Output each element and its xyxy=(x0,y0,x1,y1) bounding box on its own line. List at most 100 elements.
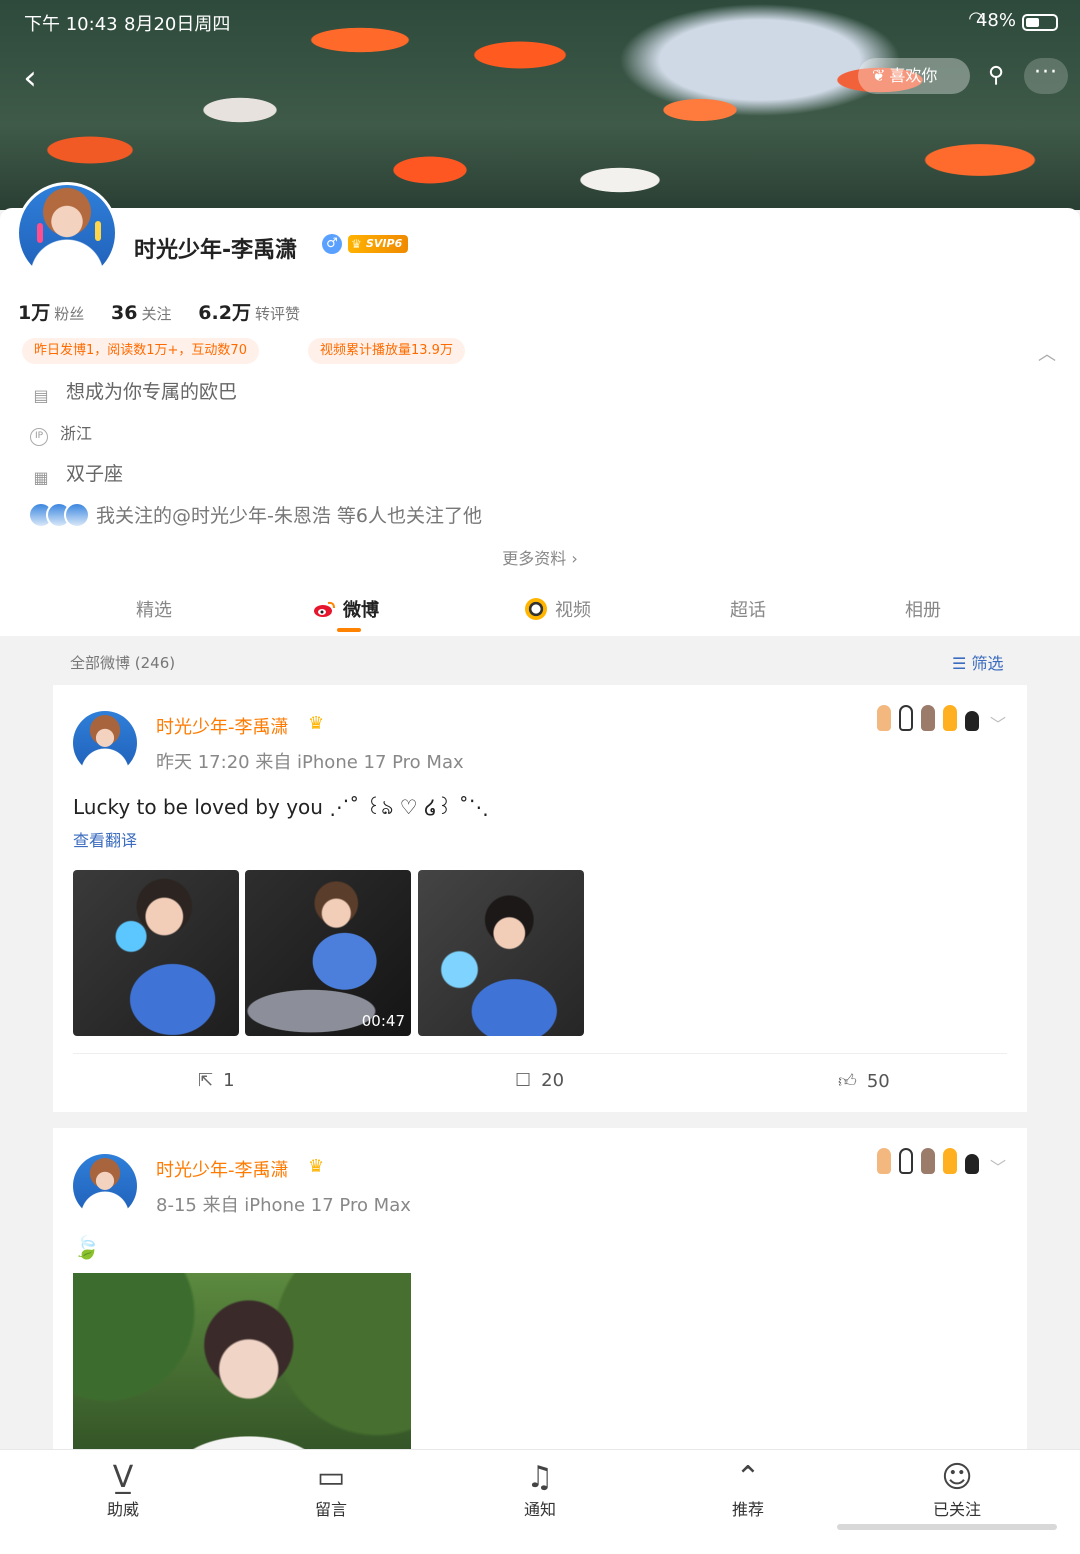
profile-page: 下午 10:43 8月20日周四 ◠ 48% ‹ ❦ 喜欢你 ⚲ ··· 时光少年… xyxy=(0,0,1080,1554)
more-button[interactable]: ··· xyxy=(1024,58,1068,94)
chevron-up-icon[interactable]: ︿ xyxy=(1038,340,1056,366)
mutual-followers-avatars[interactable] xyxy=(28,502,90,528)
post-image[interactable] xyxy=(73,870,239,1036)
home-indicator xyxy=(837,1524,1057,1530)
avatar[interactable] xyxy=(16,182,118,284)
tab-supertopic[interactable]: 超话 xyxy=(730,596,766,622)
paw-icon xyxy=(943,1148,957,1174)
avatar-decoration xyxy=(95,221,101,241)
chevron-down-icon[interactable]: ﹀ xyxy=(990,711,1006,735)
paw-icon xyxy=(965,711,979,731)
tab-video-label: 视频 xyxy=(555,600,591,621)
cover-image: 下午 10:43 8月20日周四 ◠ 48% ‹ ❦ 喜欢你 ⚲ ··· xyxy=(0,0,1080,210)
tab-album[interactable]: 相册 xyxy=(905,596,941,622)
mutual-follow-note[interactable]: 我关注的@时光少年-朱恩浩 等6人也关注了他 xyxy=(96,501,482,528)
chevron-down-icon[interactable]: ﹀ xyxy=(990,1154,1006,1178)
back-button[interactable]: ‹ xyxy=(10,58,50,98)
like-count: 50 xyxy=(866,1071,890,1092)
recommend-button[interactable]: ⌃ 推荐 xyxy=(703,1460,793,1520)
paw-icon xyxy=(899,705,913,731)
avatar[interactable] xyxy=(73,711,137,775)
comment-count: 20 xyxy=(541,1070,565,1091)
message-icon: ▭ xyxy=(316,1460,346,1495)
weibo-icon xyxy=(314,601,335,617)
feed-header: 全部微博 (246) ☰ 筛选 xyxy=(0,636,1080,684)
tab-weibo[interactable]: 微博 xyxy=(313,596,379,622)
filter-icon: ☰ xyxy=(952,654,967,673)
post-image[interactable] xyxy=(418,870,584,1036)
constellation-row: ▦ 双子座 xyxy=(30,459,123,490)
post-card[interactable]: 时光少年-李禹潇 ♛ 8-15 来自 iPhone 17 Pro Max ﹀ 🍃 xyxy=(53,1128,1027,1473)
document-icon: ▤ xyxy=(33,386,49,405)
search-button[interactable]: ⚲ xyxy=(976,58,1016,94)
bio-row: ▤ 想成为你专属的欧巴 xyxy=(30,377,237,408)
calendar-icon: ▦ xyxy=(33,468,49,487)
message-button[interactable]: ▭ 留言 xyxy=(286,1460,376,1520)
bio-text: 想成为你专属的欧巴 xyxy=(66,381,238,403)
like-button[interactable]: ❦ 喜欢你 xyxy=(858,58,970,94)
comment-button[interactable]: ☐ 20 xyxy=(515,1070,564,1091)
translate-link[interactable]: 查看翻译 xyxy=(73,827,137,851)
constellation-text: 双子座 xyxy=(66,463,124,485)
filter-label: 筛选 xyxy=(971,654,1004,673)
post-author[interactable]: 时光少年-李禹潇 xyxy=(156,713,289,739)
stat-number: 6.2万 xyxy=(198,302,251,324)
avatar[interactable] xyxy=(73,1154,137,1218)
post-image[interactable] xyxy=(73,1273,411,1473)
tab-underline xyxy=(337,628,361,632)
video-duration: 00:47 xyxy=(361,1012,405,1030)
repost-button[interactable]: ⇱ 1 xyxy=(198,1070,235,1091)
boost-icon: V̲ xyxy=(112,1460,134,1495)
ip-icon: IP xyxy=(30,428,48,446)
paw-icon xyxy=(943,705,957,731)
paw-icon xyxy=(899,1148,913,1174)
stat-label: 转评赞 xyxy=(254,305,300,323)
stat-following[interactable]: 36 关注 xyxy=(111,302,171,324)
video-icon xyxy=(525,598,547,620)
stat-label: 关注 xyxy=(141,305,172,323)
stat-interactions[interactable]: 6.2万 转评赞 xyxy=(198,298,300,325)
post-author[interactable]: 时光少年-李禹潇 xyxy=(156,1156,289,1182)
crown-icon: ♛ xyxy=(308,713,325,734)
message-label: 留言 xyxy=(314,1500,347,1519)
profile-card xyxy=(0,208,1080,636)
post-video-thumbnail[interactable]: 00:47 xyxy=(245,870,411,1036)
status-bar: 下午 10:43 8月20日周四 ◠ 48% xyxy=(0,8,1080,38)
profile-tabs: 精选 微博 视频 超话 相册 xyxy=(0,586,1080,636)
user-check-icon: ☺ xyxy=(941,1460,973,1495)
divider xyxy=(73,1053,1007,1054)
paw-icon xyxy=(877,1148,891,1174)
peach-icon: ❦ xyxy=(872,66,886,85)
avatar-decoration xyxy=(37,223,43,243)
filter-button[interactable]: ☰ 筛选 xyxy=(952,650,1003,674)
battery-icon xyxy=(1022,14,1058,31)
video-play-tag[interactable]: 视频累计播放量13.9万 xyxy=(308,338,465,364)
status-date: 8月20日周四 xyxy=(124,14,231,35)
recommend-icon: ⌃ xyxy=(735,1460,761,1495)
status-time: 下午 10:43 xyxy=(24,14,118,35)
thumbs-up-icon: 👍︎ xyxy=(838,1071,857,1092)
stat-fans[interactable]: 1万 粉丝 xyxy=(18,298,84,325)
ip-location-row: IP 浙江 xyxy=(30,420,92,446)
tab-featured[interactable]: 精选 xyxy=(136,596,172,622)
stat-number: 36 xyxy=(111,302,138,324)
svip-badge[interactable]: SVIP6 xyxy=(348,235,409,253)
boost-button[interactable]: V̲ 助威 xyxy=(78,1460,168,1520)
bottom-toolbar: V̲ 助威 ▭ 留言 ♫ 通知 ⌃ 推荐 ☺ 已关注 xyxy=(0,1449,1080,1554)
share-icon: ⇱ xyxy=(198,1070,214,1091)
notify-button[interactable]: ♫ 通知 xyxy=(495,1460,585,1520)
cat-paws-decoration xyxy=(875,1132,985,1174)
paw-icon xyxy=(921,705,935,731)
stat-number: 1万 xyxy=(18,302,51,324)
paw-icon xyxy=(965,1154,979,1174)
tab-video[interactable]: 视频 xyxy=(525,596,591,622)
crown-icon: ♛ xyxy=(308,1156,325,1177)
comment-icon: ☐ xyxy=(515,1070,532,1091)
like-post-button[interactable]: 👍︎ 50 xyxy=(838,1070,890,1092)
more-info-link[interactable]: 更多资料 › xyxy=(0,545,1080,569)
post-card[interactable]: 时光少年-李禹潇 ♛ 昨天 17:20 来自 iPhone 17 Pro Max… xyxy=(53,685,1027,1112)
followed-button[interactable]: ☺ 已关注 xyxy=(912,1460,1002,1520)
recommend-label: 推荐 xyxy=(731,1500,764,1519)
profile-stats: 1万 粉丝 36 关注 6.2万 转评赞 xyxy=(18,298,322,325)
activity-tag[interactable]: 昨日发博1，阅读数1万+，互动数70 xyxy=(22,338,259,364)
